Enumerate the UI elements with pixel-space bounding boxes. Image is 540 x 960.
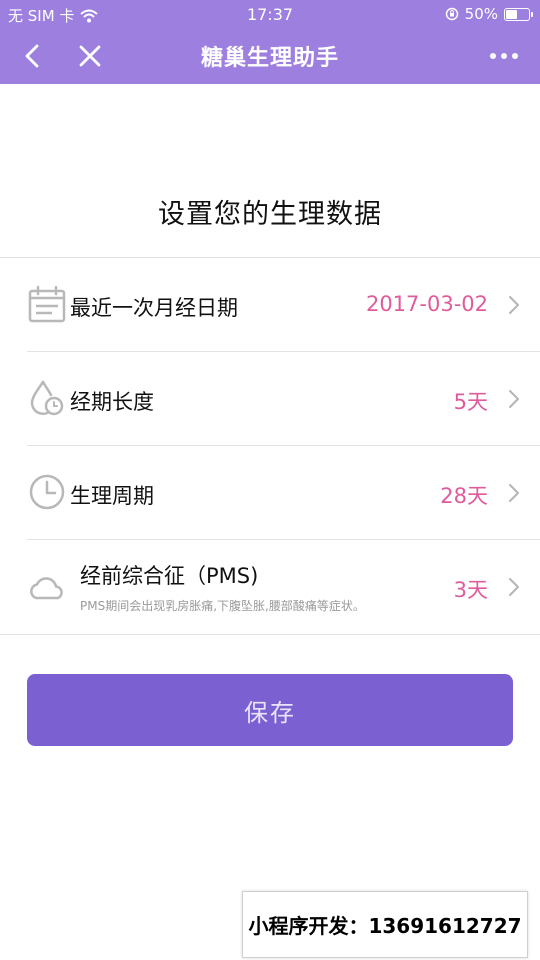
chevron-right-icon: [509, 484, 519, 502]
setting-value: 28天: [440, 484, 488, 508]
setting-label: 生理周期: [70, 484, 154, 508]
setting-subtitle: PMS期间会出现乳房胀痛,下腹坠胀,腰部酸痛等症状。: [80, 599, 365, 613]
page-title: 设置您的生理数据: [158, 199, 382, 230]
orientation-lock-icon: [445, 7, 458, 21]
setting-value: 5天: [453, 390, 488, 414]
setting-label: 经前综合征（PMS): [80, 564, 259, 588]
more-dots-icon: [490, 53, 496, 59]
divider: [0, 634, 540, 635]
more-dot: [501, 53, 507, 59]
setting-row-cycle[interactable]: 生理周期 28天: [0, 446, 540, 539]
more-button[interactable]: [484, 40, 524, 72]
calendar-icon: [28, 285, 66, 323]
chevron-right-icon: [509, 578, 519, 596]
battery-percent: 50%: [464, 5, 498, 23]
status-right: 50%: [445, 5, 533, 23]
header: 无 SIM 卡 17:37 50% 糖巢生理助手: [0, 0, 540, 84]
nav-title: 糖巢生理助手: [200, 46, 339, 71]
setting-row-period-length[interactable]: 经期长度 5天: [0, 352, 540, 445]
setting-row-last-period[interactable]: 最近一次月经日期 2017-03-02: [0, 258, 540, 351]
chevron-right-icon: [509, 296, 519, 314]
battery-fill: [506, 9, 517, 19]
nav-bar: 糖巢生理助手: [0, 28, 540, 84]
setting-label: 最近一次月经日期: [70, 296, 238, 320]
more-dot: [512, 53, 518, 59]
clock-icon: [29, 474, 65, 510]
contact-watermark: 小程序开发：13691612727: [242, 891, 528, 958]
save-button[interactable]: 保存: [27, 674, 513, 746]
setting-row-pms[interactable]: 经前综合征（PMS) PMS期间会出现乳房胀痛,下腹坠胀,腰部酸痛等症状。 3天: [0, 540, 540, 634]
drop-clock-icon: [30, 380, 64, 416]
setting-value: 3天: [453, 578, 488, 602]
chevron-right-icon: [509, 390, 519, 408]
setting-value: 2017-03-02: [365, 292, 488, 316]
battery-icon: [504, 7, 533, 21]
setting-label: 经期长度: [70, 390, 154, 414]
cloud-icon: [30, 577, 63, 600]
status-bar: 无 SIM 卡 17:37 50%: [0, 0, 540, 28]
